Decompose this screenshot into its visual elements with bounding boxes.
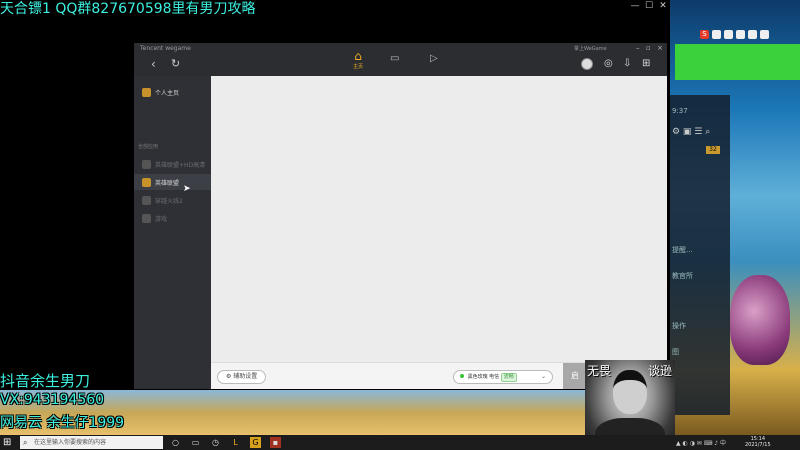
back-icon[interactable]: ‹ <box>151 57 156 71</box>
sidebar-item-games[interactable]: 游戏 <box>134 210 211 226</box>
server-status-tag: 流畅 <box>500 373 517 382</box>
sogou-icon[interactable]: S <box>700 30 709 39</box>
overlay-douyin: 抖音余生男刀 <box>0 372 91 390</box>
game-panel-line-4: 图 <box>672 348 679 356</box>
search-icon: ⌕ <box>23 438 28 447</box>
game-time: 9:37 <box>672 107 688 115</box>
overlay-wechat: VX:943194560 <box>0 392 105 408</box>
download-icon[interactable]: ⇩ <box>623 58 631 69</box>
input-method-bar: S <box>700 30 769 39</box>
game-side-panel: 9:37 ⚙ ▣ ☰ ⌕ 提醒... 教官所 操作 图 <box>668 95 730 415</box>
mic-icon[interactable] <box>724 30 733 39</box>
sidebar-item-label: 穿越火线2 <box>155 197 183 205</box>
taskbar-clock[interactable]: 15:14 2021/7/15 <box>745 436 771 448</box>
wegame-mobile-link[interactable]: 掌上WeGame <box>574 45 607 52</box>
green-overlay-block <box>675 44 800 80</box>
server-select[interactable]: 黑色玫瑰 电信 流畅 ⌄ <box>453 370 553 384</box>
wegame-window: Tencent wegame ‹ ↻ ⌂ 主页 ▭ ▷ 掌上WeGame – ▫… <box>134 43 667 389</box>
sidebar-item-cf2[interactable]: 穿越火线2 <box>134 192 211 208</box>
taskbar-search-box[interactable]: ⌕ 在这里输入你要搜索的内容 <box>20 436 163 449</box>
sidebar-item-home[interactable]: 个人主页 <box>134 84 211 100</box>
webcam-caption-right: 谈逊 <box>648 364 673 378</box>
game-panel-line-3: 操作 <box>672 322 686 330</box>
sidebar-home-label: 个人主页 <box>155 89 180 97</box>
window-minimize-icon[interactable]: – <box>636 44 640 52</box>
taskbar-search-placeholder: 在这里输入你要搜索的内容 <box>34 439 107 446</box>
keyboard-icon[interactable] <box>736 30 745 39</box>
sidebar-item-lol-hd[interactable]: 英雄联盟+HD高清 <box>134 156 211 172</box>
game-icon <box>142 195 151 205</box>
server-name: 黑色玫瑰 电信 <box>467 374 500 380</box>
tab-home[interactable]: ⌂ 主页 <box>349 50 367 72</box>
refresh-icon[interactable]: ↻ <box>171 57 180 70</box>
sidebar-item-lol[interactable]: 英雄联盟 <box>134 174 211 190</box>
game-panel-line-2: 教官所 <box>672 272 693 280</box>
minimize-icon[interactable]: — <box>628 0 642 12</box>
assist-settings-label: 辅助设置 <box>233 373 258 380</box>
lol-icon <box>142 177 151 187</box>
chevron-down-icon: ⌄ <box>540 373 546 380</box>
wegame-logo-icon <box>142 87 151 97</box>
windows-taskbar: ⊞ ⌕ 在这里输入你要搜索的内容 ○ ▭ ◷ L G ▪ ▲ ◐ ◑ ✉ ⌨ ♪… <box>0 435 800 450</box>
wegame-taskbar-icon[interactable]: G <box>250 437 261 448</box>
game-icon <box>142 159 151 169</box>
windows-start-icon[interactable]: ⊞ <box>3 437 11 448</box>
webcam-face <box>613 370 647 414</box>
sidebar-item-label: 英雄联盟 <box>155 179 180 187</box>
shirt-icon[interactable] <box>748 30 757 39</box>
task-view-icon[interactable]: ▭ <box>190 437 201 448</box>
home-icon: ⌂ <box>354 49 362 63</box>
sidebar-item-label: 英雄联盟+HD高清 <box>155 161 206 169</box>
game-panel-icons[interactable]: ⚙ ▣ ☰ ⌕ <box>672 127 710 137</box>
wegame-content-area <box>211 76 667 362</box>
plugin-icon[interactable]: ◎ <box>604 58 613 69</box>
close-icon[interactable]: ✕ <box>656 0 670 12</box>
overlay-top-banner: 天合镖1 QQ群827670598里有男刀攻略 <box>0 1 256 17</box>
tray-ime: 中 <box>720 440 727 447</box>
sidebar-item-label: 游戏 <box>155 215 168 223</box>
game-icon <box>142 213 151 223</box>
sidebar-section-label: 全部应用 <box>138 144 159 150</box>
overlay-netease: 网易云 余生仔1999 <box>0 415 125 431</box>
window-close-icon[interactable]: × <box>657 44 663 52</box>
ime-mode-icon[interactable] <box>712 30 721 39</box>
window-maximize-icon[interactable]: ▫ <box>646 44 651 52</box>
app-taskbar-icon[interactable]: ▪ <box>270 437 281 448</box>
flower-decoration <box>730 275 790 365</box>
assist-settings-button[interactable]: ⚙ 辅助设置 <box>217 370 267 384</box>
user-avatar[interactable] <box>581 58 593 70</box>
cortana-icon[interactable]: ○ <box>170 437 181 448</box>
store-icon[interactable]: ▭ <box>390 53 399 64</box>
wegame-brand: Tencent wegame <box>140 45 191 52</box>
game-panel-line-1: 提醒... <box>672 246 693 254</box>
webcam-caption-left: 无畏 <box>587 364 612 378</box>
mouse-cursor-icon: ➤ <box>183 184 191 194</box>
system-tray[interactable]: ▲ ◐ ◑ ✉ ⌨ ♪ 中 <box>676 438 726 447</box>
maximize-icon[interactable]: ☐ <box>642 0 656 12</box>
wegame-sidebar: 个人主页 全部应用 英雄联盟+HD高清 英雄联盟 穿越火线2 游戏 ➤ <box>134 76 211 389</box>
outer-window-controls: — ☐ ✕ <box>628 0 670 12</box>
server-status-dot <box>460 374 464 378</box>
start-game-button[interactable]: 启 <box>563 363 587 389</box>
grid-icon[interactable] <box>760 30 769 39</box>
clock-date: 2021/7/15 <box>745 442 771 448</box>
tab-home-label: 主页 <box>352 64 363 70</box>
wegame-titlebar: Tencent wegame ‹ ↻ ⌂ 主页 ▭ ▷ 掌上WeGame – ▫… <box>134 43 667 76</box>
clock-app-icon[interactable]: ◷ <box>210 437 221 448</box>
video-icon[interactable]: ▷ <box>430 53 438 64</box>
gift-icon[interactable]: ⊞ <box>642 58 650 69</box>
lol-taskbar-icon[interactable]: L <box>230 437 241 448</box>
game-panel-badge: 32 <box>706 146 720 154</box>
